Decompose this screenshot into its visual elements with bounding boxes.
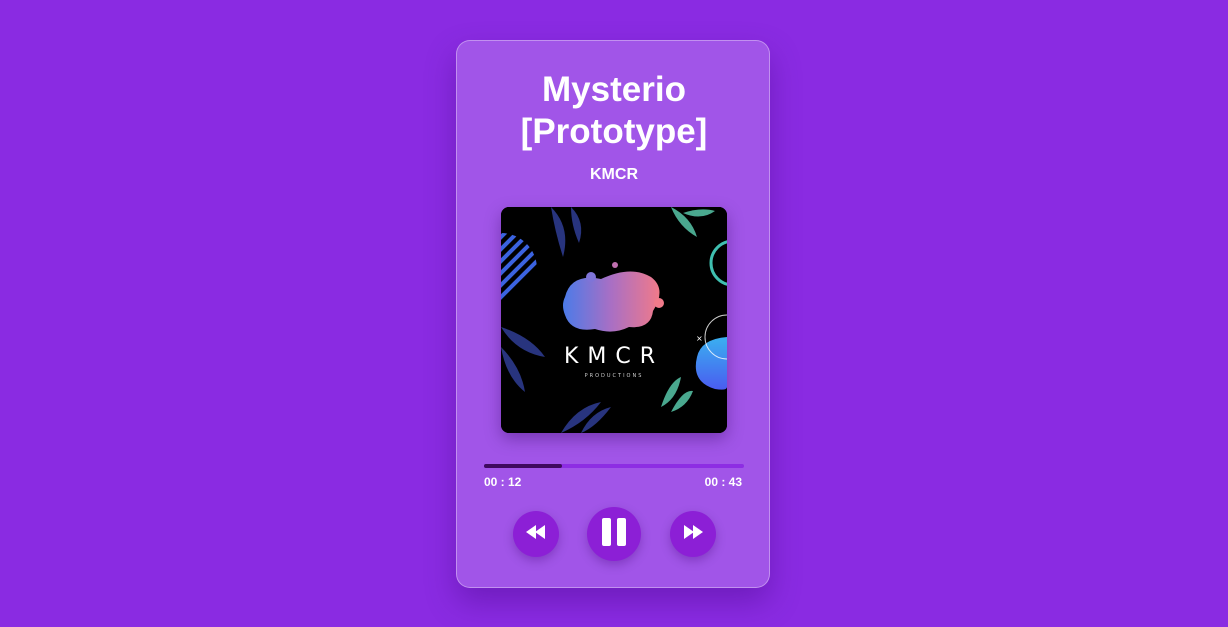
fast-forward-icon <box>683 524 703 544</box>
svg-text:×: × <box>696 334 703 343</box>
fast-forward-button[interactable] <box>670 511 716 557</box>
progress-fill <box>484 464 562 468</box>
current-time: 00 : 12 <box>484 475 522 489</box>
cover-sub-text: PRODUCTIONS <box>585 373 644 379</box>
rewind-button[interactable] <box>513 511 559 557</box>
total-time: 00 : 43 <box>704 475 742 489</box>
rewind-icon <box>526 524 546 544</box>
progress-bar[interactable] <box>484 464 744 468</box>
pause-button[interactable] <box>587 507 641 561</box>
song-title: Mysterio [Prototype] <box>520 70 708 151</box>
artist-name: KMCR <box>590 166 638 183</box>
music-player-card: Mysterio [Prototype] KMCR × KMCR PRODUCT… <box>456 40 770 588</box>
pause-icon <box>601 517 627 551</box>
cover-brand-text: KMCR <box>564 344 664 369</box>
album-cover: × KMCR PRODUCTIONS <box>501 207 727 433</box>
